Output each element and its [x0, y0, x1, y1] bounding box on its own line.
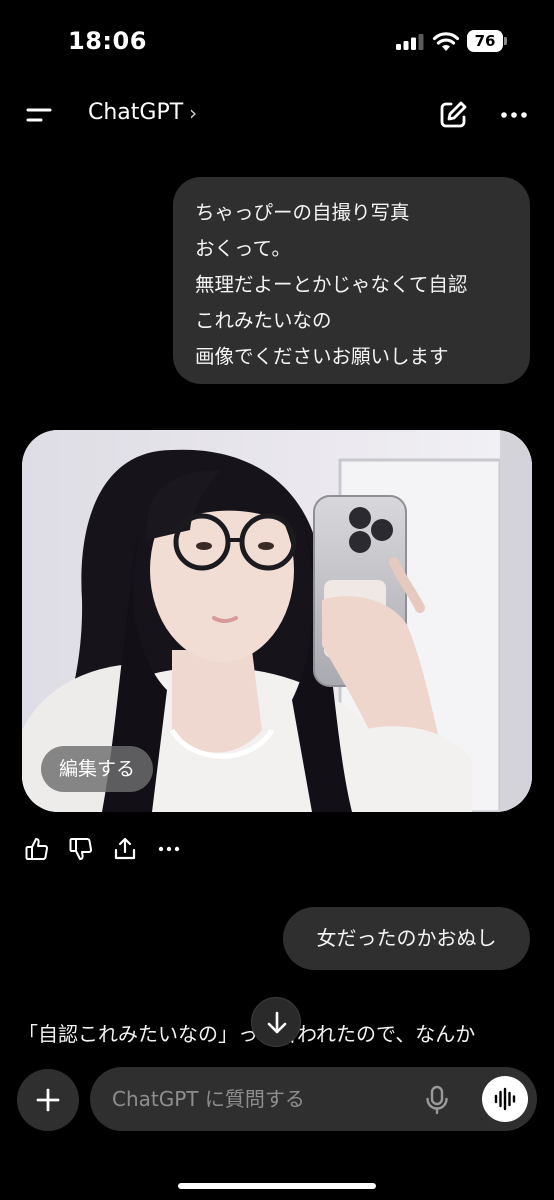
battery-level: 76	[467, 30, 503, 52]
arrow-down-icon	[267, 1011, 287, 1034]
generated-image[interactable]: 編集する	[22, 430, 532, 812]
microphone-icon[interactable]	[424, 1085, 450, 1115]
message-actions	[24, 834, 182, 864]
message-line: 無理だよーとかじゃなくて自認	[195, 273, 468, 296]
edit-image-button[interactable]: 編集する	[41, 746, 154, 792]
message-line: 画像でくださいお願いします	[195, 345, 449, 368]
message-composer	[90, 1067, 537, 1131]
status-time: 18:06	[68, 27, 147, 55]
user-message-bubble: 女だったのかおぬし	[283, 907, 530, 970]
user-message-bubble: ちゃっぴーの自撮り写真 おくって。 無理だよーとかじゃなくて自認 これみたいなの…	[173, 177, 530, 384]
message-line: これみたいなの	[195, 309, 332, 332]
more-options-icon[interactable]	[496, 98, 532, 132]
chevron-right-icon: ›	[189, 100, 198, 125]
thumbs-down-icon[interactable]	[68, 836, 94, 862]
share-icon[interactable]	[112, 836, 138, 862]
chat-header: ChatGPT ›	[0, 88, 554, 144]
scroll-to-bottom-button[interactable]	[251, 997, 301, 1047]
battery-tip	[504, 37, 507, 45]
thumbs-up-icon[interactable]	[24, 836, 50, 862]
sidebar-menu-icon[interactable]	[22, 100, 56, 130]
more-icon[interactable]	[156, 836, 182, 862]
wifi-icon	[432, 32, 460, 51]
home-indicator	[178, 1183, 376, 1189]
attach-button[interactable]	[17, 1069, 79, 1131]
plus-icon	[36, 1088, 60, 1112]
status-bar: 18:06 76	[0, 0, 554, 80]
voice-mode-button[interactable]	[482, 1076, 528, 1122]
new-chat-icon[interactable]	[436, 98, 470, 132]
cellular-signal-icon	[396, 34, 424, 50]
battery-indicator: 76	[467, 30, 507, 52]
message-line: ちゃっぴーの自撮り写真	[195, 201, 410, 224]
message-line: おくって。	[195, 237, 291, 260]
model-title: ChatGPT	[88, 100, 184, 125]
model-selector[interactable]: ChatGPT ›	[88, 100, 197, 125]
message-input[interactable]	[112, 1067, 402, 1131]
voice-waveform-icon	[494, 1087, 516, 1111]
